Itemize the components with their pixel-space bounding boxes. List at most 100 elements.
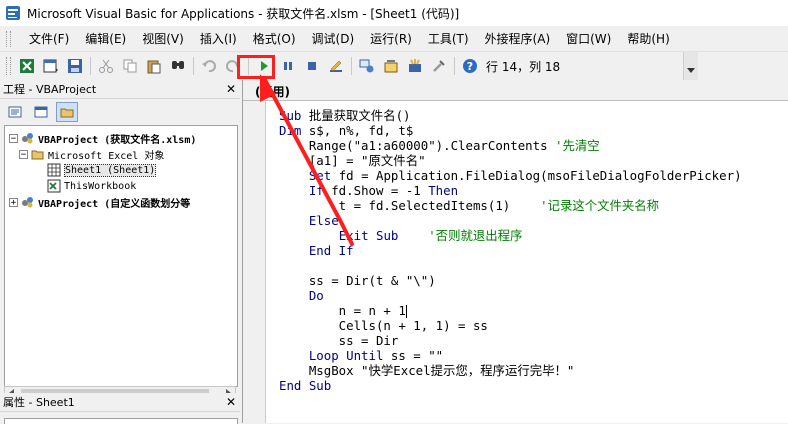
help-button[interactable]: ? [460,56,480,76]
code-line[interactable]: Cells(n + 1, 1) = ss [279,318,742,333]
code-line[interactable]: ss = Dir [279,333,742,348]
object-combo[interactable]: (通用) [255,83,290,100]
undo-icon [202,60,216,73]
copy-icon [123,59,137,73]
cut-button[interactable] [96,56,116,76]
code-text: ss = Dir [279,333,399,348]
tree-node-project-2[interactable]: + VBAProject (自定义函数划分等 [9,194,190,210]
code-text: n = n + 1 [279,303,406,318]
toolbar-separator [193,57,194,75]
code-line[interactable]: Set fd = Application.FileDialog(msoFileD… [279,168,742,183]
code-line[interactable]: [a1] = "原文件名" [279,153,742,168]
menu-tools[interactable]: 工具(T) [420,28,477,50]
design-mode-button[interactable] [326,56,346,76]
menu-debug[interactable]: 调试(D) [304,28,363,50]
menubar-grip[interactable] [6,31,11,47]
menu-addins[interactable]: 外接程序(A) [477,28,559,50]
code-line[interactable]: MsgBox "快学Excel提示您，程序运行完毕！" [279,363,742,378]
menu-run[interactable]: 运行(R) [362,28,420,50]
properties-combo[interactable] [4,418,238,424]
code-line[interactable]: If fd.Show = -1 Then [279,183,742,198]
paste-button[interactable] [144,56,164,76]
code-line[interactable]: Range("a1:a60000").ClearContents '先清空 [279,138,742,153]
project-explorer-button[interactable] [357,56,377,76]
code-line[interactable]: End Sub [279,378,742,393]
code-line[interactable]: Exit Sub '否则就退出程序 [279,228,742,243]
toolbar-options-dropdown[interactable] [683,52,698,80]
code-keyword: Loop Until [308,348,384,363]
code-comment: '记录这个文件夹名称 [540,198,660,213]
properties-panel-close-button[interactable]: ✕ [226,395,236,409]
code-text: MsgBox "快学Excel提示您，程序运行完毕！" [279,363,575,378]
break-button[interactable] [278,56,298,76]
tree-node-excel-objects[interactable]: − Microsoft Excel 对象 [19,146,164,162]
copy-button[interactable] [120,56,140,76]
tree-label: Sheet1 (Sheet1) [64,163,157,177]
toolbar-grip[interactable] [6,57,11,75]
view-excel-button[interactable] [17,56,37,76]
code-line[interactable]: Dim s$, n%, fd, t$ [279,123,742,138]
view-object-button[interactable] [30,102,52,122]
properties-panel-header: 属性 - Sheet1 ✕ [0,393,240,412]
reset-button[interactable] [302,56,322,76]
code-window[interactable]: (通用) Sub 批量获取文件名() Dim s$, n%, fd, t$ Ran… [242,80,788,423]
tree-label: VBAProject (获取文件名.xlsm) [38,134,197,146]
code-line[interactable]: End If [279,243,742,258]
text-caret [405,305,407,318]
project-tree: − VBAProject (获取文件名.xlsm) − Microsoft Ex… [4,125,238,387]
toolbar-separator [454,57,455,75]
find-icon [172,61,184,69]
menu-format[interactable]: 格式(O) [245,28,304,50]
code-line[interactable]: Sub 批量获取文件名() [279,108,742,123]
tree-node-thisworkbook[interactable]: ThisWorkbook [47,178,136,194]
object-browser-icon [409,59,421,72]
tree-node-project[interactable]: − VBAProject (获取文件名.xlsm) [9,130,196,146]
menu-help[interactable]: 帮助(H) [619,28,677,50]
code-line[interactable]: Loop Until ss = "" [279,348,742,363]
menu-file[interactable]: 文件(F) [21,28,77,50]
insert-userform-button[interactable] [41,56,61,76]
code-line[interactable] [279,258,742,273]
properties-button[interactable] [381,56,401,76]
code-editor[interactable]: Sub 批量获取文件名() Dim s$, n%, fd, t$ Range("a… [279,108,742,393]
paste-icon [147,60,161,74]
code-line[interactable]: Do [279,288,742,303]
collapse-icon[interactable]: − [9,133,18,143]
code-keyword: Then [428,183,459,198]
standard-toolbar: ? 行 14，列 18 [0,52,700,80]
code-comment: '先清空 [555,138,600,153]
object-browser-button[interactable] [405,56,425,76]
toolbox-button[interactable] [429,56,449,76]
code-margin[interactable] [243,101,266,423]
tree-node-sheet1[interactable]: Sheet1 (Sheet1) [47,162,157,178]
save-button[interactable] [65,56,85,76]
expand-icon[interactable]: + [9,197,18,207]
menu-edit[interactable]: 编辑(E) [77,28,134,50]
view-code-button[interactable] [4,102,26,122]
menu-insert[interactable]: 插入(I) [192,28,245,50]
code-line[interactable]: t = fd.SelectedItems(1) '记录这个文件夹名称 [279,198,742,213]
code-keyword: Set [308,168,332,183]
find-button[interactable] [168,56,188,76]
tree-label: ThisWorkbook [64,180,137,192]
worksheet-icon [47,163,61,177]
toggle-folders-button[interactable] [56,102,78,122]
code-line[interactable]: ss = Dir(t & "\") [279,273,742,288]
design-mode-icon [330,60,342,72]
menu-window[interactable]: 窗口(W) [558,28,619,50]
code-line[interactable]: Else [279,213,742,228]
svg-text:?: ? [467,60,473,73]
project-panel-close-button[interactable]: ✕ [226,82,236,96]
vba-project-icon [22,197,33,208]
undo-button[interactable] [199,56,219,76]
menu-view[interactable]: 视图(V) [134,28,192,50]
collapse-icon[interactable]: − [19,149,28,159]
toolbar-separator [351,57,352,75]
vba-project-icon [22,133,33,144]
code-text: Range("a1:a60000").ClearContents [279,138,556,153]
code-line[interactable]: n = n + 1 [279,303,742,318]
workbook-icon [47,179,61,193]
